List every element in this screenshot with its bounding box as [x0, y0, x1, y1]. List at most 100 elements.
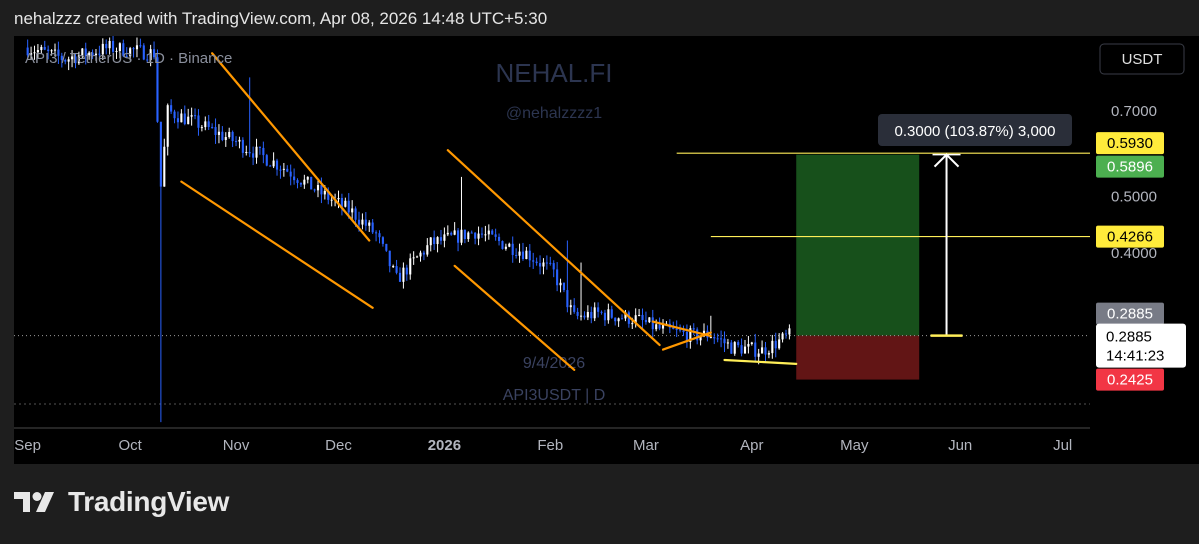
candle-body [511, 243, 514, 255]
candle-body [439, 237, 443, 241]
candle-body [491, 230, 494, 235]
candle-body [521, 251, 525, 260]
candle-body [402, 267, 405, 282]
candle-body [535, 261, 538, 264]
candle-body [269, 165, 272, 167]
candle-body [566, 290, 569, 308]
candle-body [484, 234, 487, 236]
candle-body [614, 317, 617, 322]
candle-body [542, 262, 545, 267]
candle-body [381, 237, 384, 244]
candle-body [105, 43, 108, 49]
candle-body [419, 252, 422, 257]
candle-body [368, 222, 371, 226]
candle-body [316, 185, 320, 191]
candle-body [228, 131, 231, 138]
tradingview-logo[interactable]: TradingView [14, 486, 229, 518]
price-chart[interactable]: NEHAL.FI @nehalzzzz1 9/4/2026 API3USDT |… [0, 36, 1199, 464]
candle-body [214, 127, 217, 135]
candle-body [450, 232, 453, 235]
time-axis-label: Nov [223, 437, 250, 454]
candle-body [477, 233, 480, 239]
candle-body [436, 237, 439, 245]
candle-body [778, 339, 781, 349]
current-price-label: 0.2885 [1106, 329, 1152, 346]
candle-body [166, 105, 169, 147]
tradingview-snapshot: nehalzzz created with TradingView.com, A… [0, 0, 1199, 544]
watermark-symbol: API3USDT | D [503, 387, 606, 404]
candle-body [470, 232, 473, 234]
candle-body [576, 311, 579, 316]
time-axis-label: 2026 [428, 437, 461, 454]
candle-body [354, 208, 357, 220]
candle-body [193, 115, 197, 117]
candle-body [487, 230, 490, 235]
symbol-legend: API3 / TetherUS · 1D · Binance [25, 50, 232, 67]
candle-body [593, 307, 596, 319]
candle-body [443, 234, 446, 241]
candle-body [364, 219, 367, 226]
candle-body [480, 233, 484, 235]
candle-body [211, 126, 214, 128]
candle-body [241, 139, 244, 153]
candle-body [781, 333, 784, 340]
candle-body [750, 342, 753, 344]
candle-body [289, 171, 292, 177]
candle-body [375, 232, 378, 234]
candle-body [347, 200, 350, 213]
candle-body [255, 146, 258, 158]
candle-body [429, 237, 432, 246]
candle-body [788, 328, 791, 335]
loss-zone[interactable] [796, 335, 920, 380]
candle-body [528, 250, 531, 261]
candle-body [262, 147, 265, 156]
candle-body [265, 155, 268, 166]
time-axis-label: Dec [325, 437, 352, 454]
candle-body [610, 309, 613, 318]
price-tag-label: 0.2425 [1107, 372, 1153, 389]
candle-body [743, 346, 747, 354]
candle-body [173, 111, 176, 119]
time-axis-label: Jun [948, 437, 972, 454]
candle-body [631, 323, 634, 325]
candle-body [187, 116, 190, 125]
price-tag-label: 0.2885 [1107, 306, 1153, 323]
candle-body [730, 342, 733, 354]
candle-body [532, 260, 535, 262]
candle-body [395, 266, 398, 273]
candle-body [163, 146, 166, 187]
candle-body [726, 342, 729, 344]
price-axis-label: 0.5000 [1111, 188, 1157, 205]
candle-body [159, 121, 162, 187]
watermark-brand: NEHAL.FI [495, 58, 612, 88]
candle-body [388, 250, 391, 267]
currency-button[interactable]: USDT [1099, 43, 1185, 75]
time-axis-label: May [840, 437, 869, 454]
candle-body [586, 312, 589, 318]
candle-body [234, 141, 238, 143]
candle-body [590, 312, 593, 319]
price-tag-label: 0.5930 [1107, 135, 1153, 152]
countdown-label: 14:41:23 [1106, 348, 1164, 365]
candle-body [579, 315, 583, 317]
candle-body [648, 317, 651, 323]
candle-body [761, 347, 764, 354]
candle-body [463, 229, 466, 240]
candle-body [501, 241, 504, 249]
candle-body [515, 254, 518, 256]
candle-body [525, 250, 528, 260]
candle-body [467, 232, 470, 240]
time-axis-label: Jul [1053, 437, 1072, 454]
time-axis-label: Sep [14, 437, 41, 454]
candle-body [296, 180, 299, 183]
currency-button-label[interactable]: USDT [1122, 51, 1163, 68]
candle-body [293, 176, 296, 181]
price-tag-label: 0.4266 [1107, 229, 1153, 246]
measure-label[interactable]: 0.3000 (103.87%) 3,000 [895, 123, 1056, 140]
candle-body [720, 338, 723, 340]
candle-body [737, 342, 740, 346]
candle-body [310, 176, 313, 190]
profit-zone[interactable] [796, 154, 920, 336]
position-zones[interactable] [796, 154, 920, 380]
candle-body [180, 113, 183, 123]
